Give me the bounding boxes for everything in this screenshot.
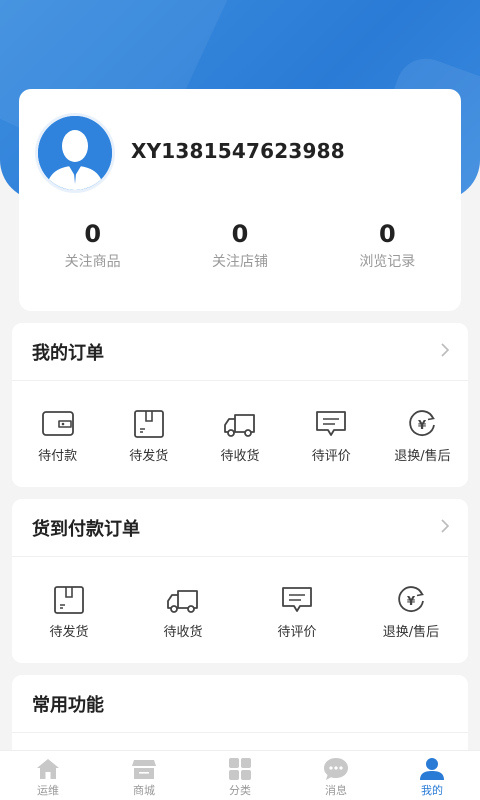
order-pending-shipment[interactable]: 待发货 [103, 409, 194, 464]
svg-text:¥: ¥ [418, 418, 427, 432]
order-pending-receipt[interactable]: 待收货 [194, 409, 285, 464]
category-icon [229, 758, 251, 780]
refund-icon: ¥ [398, 586, 424, 613]
common-functions-header: 常用功能 [12, 675, 468, 733]
refund-icon: ¥ [409, 410, 436, 437]
my-orders-header[interactable]: 我的订单 [12, 323, 468, 381]
stat-label: 关注商品 [64, 254, 121, 270]
stat-value: 0 [378, 220, 396, 248]
comment-icon [282, 587, 312, 612]
home-icon [37, 759, 59, 779]
username: XY1381547623988 [131, 139, 345, 163]
message-icon [324, 758, 348, 780]
tab-category[interactable]: 分类 [192, 751, 288, 800]
stats-row: 0 关注商品 0 关注店铺 0 浏览记录 [19, 219, 461, 271]
cod-return-aftersale[interactable]: ¥ 退换/售后 [354, 585, 468, 640]
avatar[interactable] [35, 113, 115, 193]
cod-pending-review[interactable]: 待评价 [240, 585, 354, 640]
order-status-label: 待评价 [277, 625, 317, 640]
order-return-aftersale[interactable]: ¥ 退换/售后 [377, 409, 468, 464]
svg-text:¥: ¥ [407, 594, 416, 608]
section-title: 常用功能 [32, 694, 104, 716]
tab-mall[interactable]: 商城 [96, 751, 192, 800]
tab-messages[interactable]: 消息 [288, 751, 384, 800]
truck-icon [167, 590, 198, 613]
truck-icon [224, 414, 255, 437]
cod-status-row: 待发货 待收货 待评价 ¥ 退换/售后 [12, 557, 468, 640]
order-status-label: 待收货 [163, 625, 203, 640]
my-orders-card: 我的订单 待付款 待发货 待收货 待评价 ¥ 退换/售后 [12, 323, 468, 487]
order-status-label: 待评价 [311, 449, 351, 464]
section-title: 我的订单 [32, 342, 104, 364]
cod-pending-receipt[interactable]: 待收货 [126, 585, 240, 640]
profile-card: XY1381547623988 0 关注商品 0 关注店铺 0 浏览记录 [19, 89, 461, 311]
bottom-tab-bar: 运维 商城 分类 消息 我的 [0, 750, 480, 800]
comment-icon [316, 411, 347, 436]
package-icon [54, 586, 84, 614]
stat-followed-shops[interactable]: 0 关注店铺 [166, 219, 313, 271]
cod-pending-shipment[interactable]: 待发货 [12, 585, 126, 640]
order-status-label: 待发货 [49, 625, 89, 640]
order-status-label: 待付款 [38, 449, 78, 464]
tab-operations[interactable]: 运维 [0, 751, 96, 800]
tab-label: 商城 [133, 784, 155, 797]
order-status-label: 待收货 [220, 449, 260, 464]
tab-label: 运维 [37, 784, 59, 797]
stat-label: 浏览记录 [359, 254, 416, 270]
package-icon [133, 410, 164, 438]
wallet-icon [41, 411, 74, 436]
stat-followed-goods[interactable]: 0 关注商品 [19, 219, 166, 271]
tab-mine[interactable]: 我的 [384, 751, 480, 800]
order-status-label: 退换/售后 [382, 625, 440, 640]
section-title: 货到付款订单 [32, 518, 140, 540]
cod-orders-header[interactable]: 货到付款订单 [12, 499, 468, 557]
tab-label: 我的 [421, 784, 443, 797]
user-avatar-icon [38, 116, 112, 190]
chevron-right-icon [440, 342, 450, 362]
user-icon [420, 758, 444, 780]
store-icon [132, 760, 156, 779]
order-pending-payment[interactable]: 待付款 [12, 409, 103, 464]
stat-value: 0 [231, 220, 249, 248]
order-pending-review[interactable]: 待评价 [286, 409, 377, 464]
order-status-row: 待付款 待发货 待收货 待评价 ¥ 退换/售后 [12, 381, 468, 464]
stat-browse-history[interactable]: 0 浏览记录 [314, 219, 461, 271]
tab-label: 消息 [325, 784, 347, 797]
order-status-label: 退换/售后 [394, 449, 451, 464]
stat-label: 关注店铺 [211, 254, 268, 270]
stat-value: 0 [84, 220, 102, 248]
tab-label: 分类 [229, 784, 251, 797]
cod-orders-card: 货到付款订单 待发货 待收货 待评价 ¥ 退换/售后 [12, 499, 468, 663]
order-status-label: 待发货 [129, 449, 169, 464]
chevron-right-icon [440, 518, 450, 538]
